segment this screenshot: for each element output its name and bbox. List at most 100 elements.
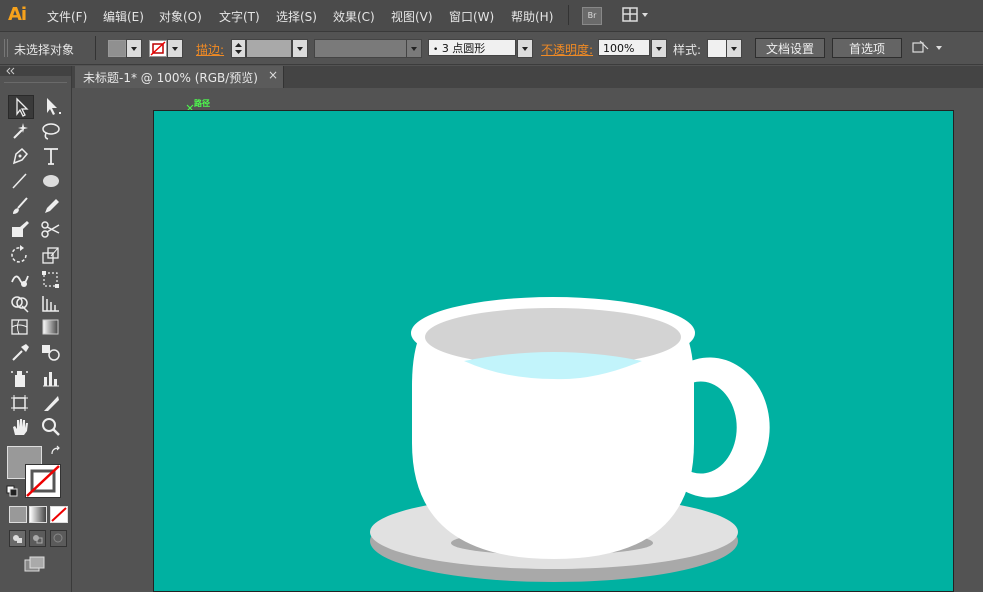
workspace-switcher[interactable] (622, 7, 650, 23)
mesh-icon (11, 319, 28, 335)
grip-icon (4, 39, 8, 57)
scissors-icon (41, 221, 60, 238)
rotate-tool[interactable] (8, 244, 32, 266)
magic-wand-tool[interactable] (8, 120, 32, 142)
default-fill-stroke-button[interactable] (6, 485, 18, 497)
hand-tool[interactable] (8, 416, 32, 438)
warp-tool[interactable] (8, 268, 32, 290)
direct-selection-arrow-icon (47, 98, 61, 115)
menu-bar: Ai 文件(F) 编辑(E) 对象(O) 文字(T) 选择(S) 效果(C) 视… (0, 0, 983, 32)
gradient-swatch-icon (30, 507, 46, 522)
warp-icon (11, 275, 29, 287)
menu-effect[interactable]: 效果(C) (333, 8, 375, 25)
stroke-weight-stepper[interactable] (231, 39, 246, 58)
stroke-weight-field[interactable] (246, 39, 292, 58)
collapse-icon (6, 67, 15, 75)
draw-behind-icon (33, 535, 43, 544)
color-mode-button[interactable] (9, 506, 27, 523)
preferences-button[interactable]: 首选项 (832, 38, 902, 58)
fill-swatch[interactable] (108, 40, 126, 57)
style-label: 样式: (673, 43, 702, 57)
lasso-tool[interactable] (39, 120, 63, 142)
menu-view[interactable]: 视图(V) (391, 8, 433, 25)
scale-tool[interactable] (39, 244, 63, 266)
ellipse-tool[interactable] (39, 170, 63, 192)
menu-edit[interactable]: 编辑(E) (103, 8, 144, 25)
free-transform-tool[interactable] (39, 268, 63, 290)
line-segment-tool[interactable] (8, 170, 32, 192)
bridge-button[interactable]: Br (582, 7, 602, 25)
paintbrush-tool[interactable] (8, 195, 32, 217)
menu-select[interactable]: 选择(S) (276, 8, 317, 25)
mesh-tool[interactable] (8, 316, 32, 338)
menu-object[interactable]: 对象(O) (159, 8, 202, 25)
variable-width-profile[interactable] (314, 39, 408, 58)
opacity-label[interactable]: 不透明度: (541, 41, 593, 58)
brush-dropdown[interactable] (517, 39, 533, 58)
smart-guide-path-label: 路径 (194, 99, 210, 108)
opacity-field[interactable]: 100% (598, 39, 650, 56)
symbol-sprayer-tool[interactable] (8, 367, 32, 389)
stroke-label[interactable]: 描边: (196, 41, 224, 58)
swap-fill-stroke-button[interactable] (50, 445, 62, 457)
eyedropper-tool[interactable] (8, 341, 32, 363)
blend-icon (42, 345, 60, 361)
panel-options-button[interactable] (912, 40, 946, 56)
close-tab-icon[interactable]: × (268, 68, 278, 82)
stroke-dropdown[interactable] (167, 39, 183, 58)
stroke-swatch[interactable] (149, 40, 167, 57)
gradient-mode-button[interactable] (29, 506, 47, 523)
menu-divider (568, 5, 569, 25)
blob-brush-tool[interactable] (8, 218, 32, 240)
menu-type[interactable]: 文字(T) (219, 8, 260, 25)
screen-mode-button[interactable] (23, 555, 47, 573)
menu-window[interactable]: 窗口(W) (449, 8, 494, 25)
brush-value: 3 点圆形 (441, 42, 486, 55)
draw-inside-button[interactable] (50, 530, 67, 547)
shape-builder-icon (11, 296, 29, 313)
document-tab[interactable]: 未标题-1* @ 100% (RGB/预览) × (75, 66, 284, 88)
artboard-tool[interactable] (8, 392, 32, 414)
graphic-style-swatch[interactable] (707, 39, 727, 58)
swap-arrow-icon (51, 445, 60, 455)
blend-tool[interactable] (39, 341, 63, 363)
slice-tool[interactable] (39, 392, 63, 414)
style-dropdown[interactable] (726, 39, 742, 58)
perspective-grid-tool[interactable] (39, 292, 63, 314)
profile-dropdown[interactable] (406, 39, 422, 58)
brush-definition-field[interactable]: • 3 点圆形 (428, 39, 516, 56)
type-tool[interactable] (39, 145, 63, 167)
artboard[interactable] (153, 110, 954, 592)
stroke-weight-dropdown[interactable] (292, 39, 308, 58)
none-mode-button[interactable] (50, 506, 68, 523)
lasso-icon (42, 123, 60, 140)
selection-tool[interactable] (8, 95, 34, 119)
direct-selection-tool[interactable] (39, 95, 63, 117)
gradient-tool[interactable] (39, 316, 63, 338)
tools-panel-header[interactable] (0, 66, 71, 76)
pencil-tool[interactable] (39, 195, 63, 217)
stroke-color-proxy[interactable] (25, 464, 61, 498)
draw-behind-button[interactable] (29, 530, 46, 547)
pen-nib-icon (12, 147, 29, 165)
zoom-tool[interactable] (39, 416, 63, 438)
selection-status: 未选择对象 (14, 43, 75, 57)
no-stroke-icon (26, 465, 60, 497)
column-graph-tool[interactable] (39, 367, 63, 389)
document-setup-button[interactable]: 文档设置 (755, 38, 825, 58)
scissors-tool[interactable] (39, 218, 63, 240)
rotate-icon (11, 245, 27, 263)
shape-builder-tool[interactable] (8, 292, 32, 314)
eyedropper-icon (12, 344, 29, 361)
layout-grid-icon (622, 7, 648, 22)
fill-dropdown[interactable] (126, 39, 142, 58)
draw-normal-button[interactable] (9, 530, 26, 547)
column-graph-icon (43, 372, 59, 387)
menu-file[interactable]: 文件(F) (47, 8, 87, 25)
tea-cup-illustration[interactable] (154, 111, 954, 592)
menu-help[interactable]: 帮助(H) (511, 8, 553, 25)
pen-tool[interactable] (8, 145, 32, 167)
cup-handle (681, 357, 770, 498)
opacity-dropdown[interactable] (651, 39, 667, 58)
symbol-sprayer-icon (11, 371, 28, 387)
